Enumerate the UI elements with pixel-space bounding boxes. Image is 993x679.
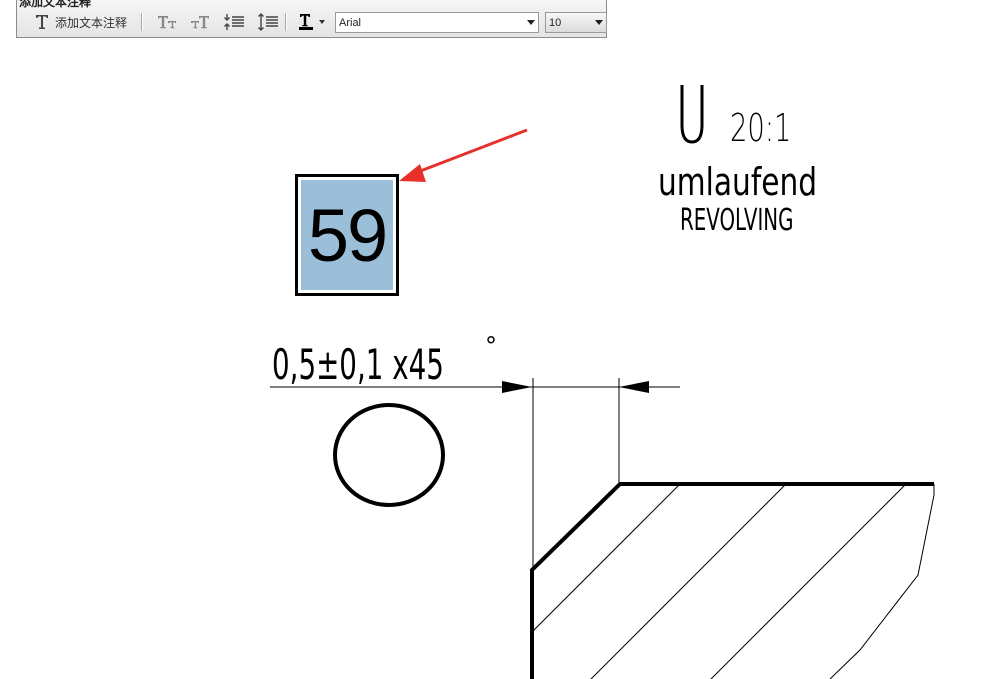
note-revolving: REVOLVING xyxy=(680,203,794,238)
detail-u-symbol xyxy=(680,85,704,144)
detail-scale: 20:1 xyxy=(730,106,792,150)
dimension-arrow-left xyxy=(502,381,532,393)
chamfer-dimension-text: 0,5±0,1 x45 xyxy=(272,340,444,389)
part-edge-right xyxy=(829,484,935,679)
dimension-arrow-right xyxy=(619,381,649,393)
callout-arrow xyxy=(399,128,528,182)
drawing-canvas[interactable]: 59 20:1 umlaufend REVOLVING 0,5±0,1 x45 … xyxy=(0,0,993,679)
circle-symbol xyxy=(333,403,445,507)
note-umlaufend: umlaufend xyxy=(658,160,818,204)
section-hatching xyxy=(532,484,934,679)
callout-number: 59 xyxy=(301,180,393,290)
part-outline xyxy=(530,482,934,679)
degree-mark: ° xyxy=(485,332,497,360)
number-callout-box[interactable]: 59 xyxy=(295,174,399,296)
